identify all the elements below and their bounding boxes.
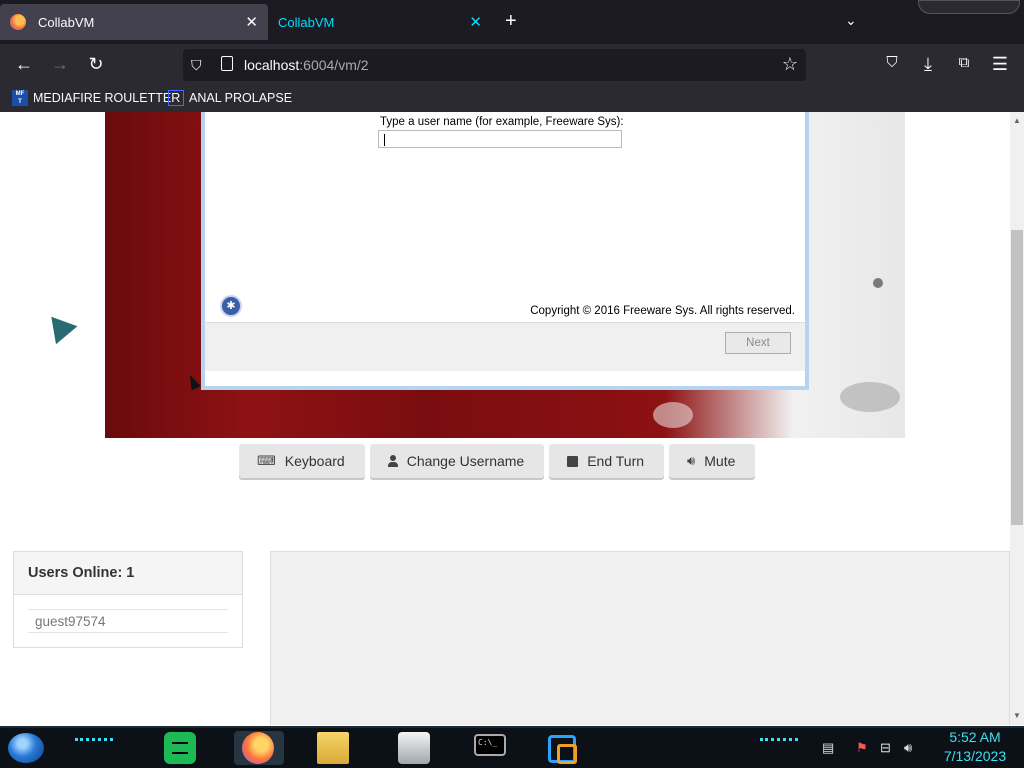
action-center-flag-icon[interactable]: ⚑ [856,740,868,756]
nav-toolbar: ← → ↻ ⛉ localhost:6004/vm/2 ☆ ⛉ ⤓ ⧉ ☰ [0,44,1024,86]
clock-date: 7/13/2023 [943,748,1007,764]
taskbar-decoration [760,738,798,749]
url-bar[interactable]: ⛉ localhost:6004/vm/2 ☆ [183,49,806,81]
tab-collabvm-2[interactable]: CollabVM ✕ [268,4,492,40]
url-host: localhost [244,57,300,73]
wallpaper-splat [653,402,693,428]
url-path: :6004/vm/2 [299,57,369,73]
taskbar-decoration [75,738,113,749]
performance-monitor-icon[interactable] [398,732,430,764]
bookmarks-toolbar: MF T MEDIAFIRE ROULETTER ANAL PROLAPSE [0,86,1024,112]
scroll-up-icon[interactable]: ▲ [1013,116,1021,125]
sigma-icon [168,90,184,106]
url-text[interactable]: localhost:6004/vm/2 [244,57,369,73]
mute-button[interactable]: 🔊︎ Mute [669,444,756,478]
volume-icon: 🔊︎ [687,453,696,468]
tab-collabvm-1[interactable]: CollabVM ✕ [0,4,268,40]
network-icon[interactable]: ⊟ [880,740,891,756]
taskbar: C:\_ ▤ ⚑ ⊟ 🔊︎ 5:52 AM 7/13/2023 [0,726,1024,768]
reload-button[interactable]: ↻ [84,54,108,75]
setup-dialog: Type a user name (for example, Freeware … [201,112,809,390]
bookmark-label: ANAL PROLAPSE [189,91,293,105]
mediafire-icon: MF T [12,90,28,106]
bookmark-mediafire[interactable]: MF T MEDIAFIRE ROULETTER [12,90,180,106]
file-explorer-icon[interactable] [317,732,349,764]
username-prompt: Type a user name (for example, Freeware … [380,116,624,128]
bookmark-anal-prolapse[interactable]: ANAL PROLAPSE [168,90,292,106]
page-content: Type a user name (for example, Freeware … [0,112,1024,725]
window-controls[interactable] [918,0,1020,14]
tab-title: CollabVM [278,14,335,30]
volume-tray-icon[interactable]: 🔊︎ [904,740,912,756]
dialog-footer: Next [205,322,805,371]
keyboard-label: Keyboard [284,453,345,469]
remote-cursor-icon [40,307,78,345]
next-button[interactable]: Next [725,332,791,354]
scroll-down-icon[interactable]: ▼ [1013,711,1021,720]
change-username-button[interactable]: Change Username [369,444,545,478]
virtualbox-icon[interactable] [548,735,577,764]
bookmark-star-icon[interactable]: ☆ [782,54,798,75]
keyboard-icon: ⌨ [257,453,276,468]
vm-controls: ⌨ Keyboard Change Username End Turn 🔊︎ M… [239,444,756,478]
vm-display[interactable]: Type a user name (for example, Freeware … [105,112,905,438]
text-caret [384,134,385,146]
chat-panel [270,551,1010,725]
pocket-icon[interactable]: ⛉ [880,54,904,71]
tab-title: CollabVM [38,14,95,30]
forward-button[interactable]: → [48,54,72,75]
downloads-icon[interactable]: ⤓ [916,54,940,75]
tab-strip: CollabVM ✕ CollabVM ✕ + ⌄ [0,0,1024,44]
username-input[interactable] [378,130,622,148]
firefox-taskbar-icon[interactable] [242,732,274,764]
stop-icon [567,455,579,467]
show-hidden-icons[interactable]: ▤ [822,740,834,756]
user-icon [387,455,398,467]
new-tab-button[interactable]: + [505,10,517,33]
mute-label: Mute [704,453,736,469]
freeware-sys-logo-icon: ✱ [220,295,242,317]
spotify-icon[interactable] [164,732,196,764]
extensions-icon[interactable]: ⧉ [952,54,976,71]
bookmark-label: MEDIAFIRE ROULETTER [33,91,181,105]
copyright-text: Copyright © 2016 Freeware Sys. All right… [530,305,795,317]
users-online-panel: Users Online: 1 guest97574 [13,551,243,648]
clock-time: 5:52 AM [949,729,1001,745]
system-clock[interactable]: 5:52 AM 7/13/2023 [930,728,1020,766]
shield-icon[interactable]: ⛉ [191,57,202,74]
close-tab-icon[interactable]: ✕ [245,13,258,31]
start-button[interactable] [8,733,44,763]
end-turn-button[interactable]: End Turn [549,444,665,478]
end-turn-label: End Turn [587,453,645,469]
scrollbar-thumb[interactable] [1011,230,1023,525]
page-icon[interactable] [221,56,233,71]
user-list-item[interactable]: guest97574 [28,609,228,633]
users-online-heading: Users Online: 1 [14,552,242,595]
wallpaper-splat [840,382,900,412]
command-prompt-icon[interactable]: C:\_ [474,734,506,756]
change-username-label: Change Username [406,453,525,469]
back-button[interactable]: ← [12,54,36,75]
list-tabs-button[interactable]: ⌄ [845,12,857,29]
menu-icon[interactable]: ☰ [988,54,1012,75]
keyboard-button[interactable]: ⌨ Keyboard [239,444,365,478]
wallpaper-splat [873,278,883,288]
firefox-icon [10,14,26,30]
close-tab-icon[interactable]: ✕ [469,13,482,31]
